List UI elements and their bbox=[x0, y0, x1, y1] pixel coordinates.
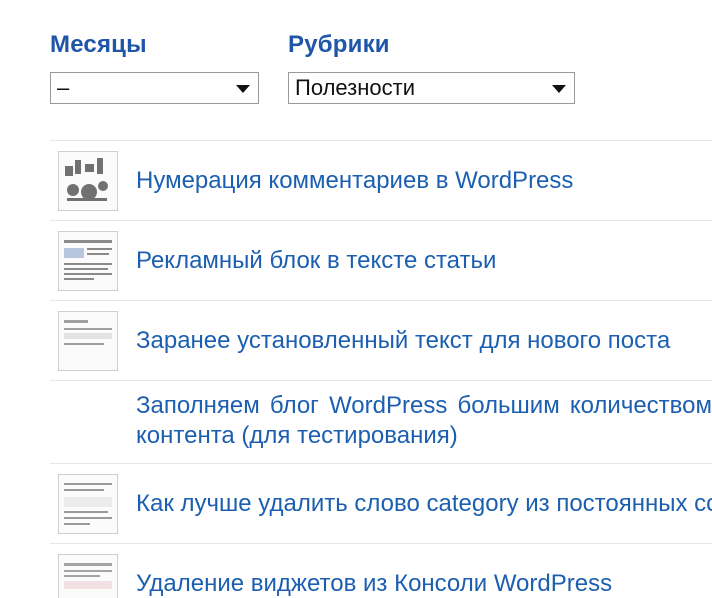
list-item[interactable]: Удаление виджетов из Консоли WordPress bbox=[50, 543, 712, 598]
list-item[interactable]: Как лучше удалить слово category из пост… bbox=[50, 463, 712, 543]
post-title-link[interactable]: Заранее установленный текст для нового п… bbox=[136, 326, 712, 356]
post-title-link[interactable]: Рекламный блок в тексте статьи bbox=[136, 246, 712, 276]
dropdown-arrow-icon bbox=[552, 85, 566, 93]
list-item[interactable]: Нумерация комментариев в WordPress bbox=[50, 140, 712, 220]
post-thumbnail[interactable] bbox=[58, 474, 118, 534]
months-select[interactable]: – bbox=[50, 72, 259, 104]
post-title-link[interactable]: Нумерация комментариев в WordPress bbox=[136, 166, 712, 196]
categories-selected-value: Полезности bbox=[295, 75, 415, 100]
post-thumbnail[interactable] bbox=[58, 151, 118, 211]
list-item[interactable]: Заранее установленный текст для нового п… bbox=[50, 300, 712, 380]
list-item[interactable]: Заполняем блог WordPress большим количес… bbox=[50, 380, 712, 463]
categories-label: Рубрики bbox=[288, 31, 390, 58]
months-label: Месяцы bbox=[50, 31, 147, 58]
archive-filters: Месяцы – Рубрики Полезности bbox=[50, 28, 670, 118]
post-thumbnail[interactable] bbox=[58, 554, 118, 598]
categories-filter: Рубрики Полезности bbox=[288, 28, 575, 104]
months-filter: Месяцы – bbox=[50, 28, 259, 104]
categories-select[interactable]: Полезности bbox=[288, 72, 575, 104]
post-thumbnail[interactable] bbox=[58, 231, 118, 291]
list-item[interactable]: Рекламный блок в тексте статьи bbox=[50, 220, 712, 300]
dropdown-arrow-icon bbox=[236, 85, 250, 93]
post-title-link[interactable]: Как лучше удалить слово category из пост… bbox=[136, 489, 712, 519]
post-title-link[interactable]: Удаление виджетов из Консоли WordPress bbox=[136, 569, 712, 598]
post-title-link[interactable]: Заполняем блог WordPress большим количес… bbox=[136, 391, 712, 453]
post-list: Нумерация комментариев в WordPress Рекла… bbox=[50, 140, 712, 598]
months-selected-value: – bbox=[57, 75, 70, 100]
post-thumbnail[interactable] bbox=[58, 311, 118, 371]
